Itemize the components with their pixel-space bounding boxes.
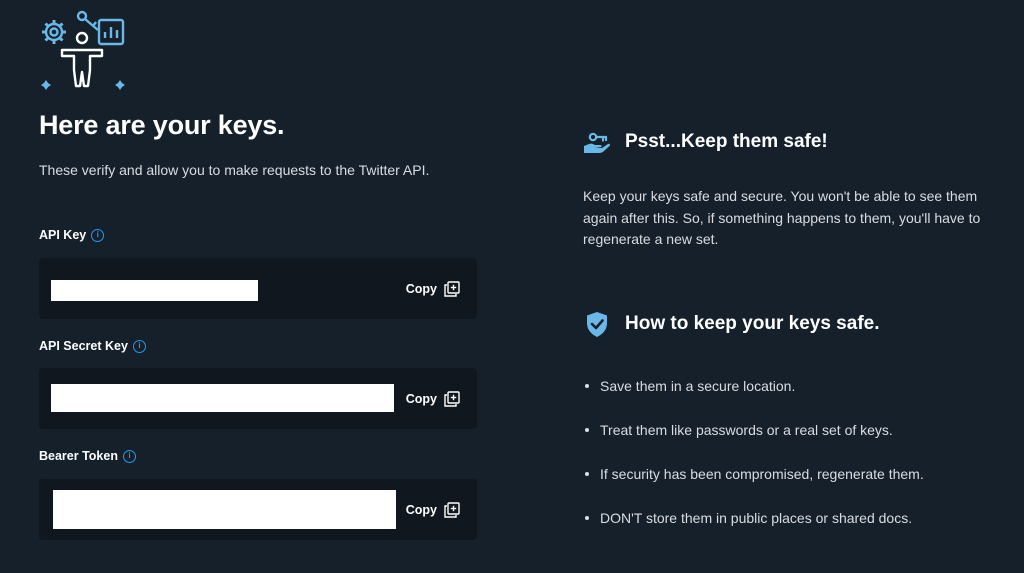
list-item: Treat them like passwords or a real set …: [583, 420, 924, 464]
copy-icon: [444, 501, 460, 518]
key-icon: [76, 10, 99, 31]
tips-list: Save them in a secure location. Treat th…: [583, 376, 924, 552]
api-key-label-text: API Key: [39, 228, 87, 242]
copy-icon: [444, 390, 460, 407]
page-title: Here are your keys.: [39, 110, 285, 140]
bearer-token-value[interactable]: [53, 490, 396, 529]
how-to-title: How to keep your keys safe.: [625, 313, 880, 334]
copy-label: Copy: [405, 391, 437, 406]
info-icon[interactable]: i: [122, 449, 136, 463]
bearer-token-field: Copy: [39, 479, 477, 540]
bearer-token-label: Bearer Token i: [39, 449, 136, 463]
api-secret-key-field: Copy: [39, 368, 477, 429]
api-key-field: Copy: [39, 258, 477, 319]
info-icon[interactable]: i: [91, 228, 105, 242]
hand-holding-key-icon: [584, 132, 610, 153]
person-icon: [60, 31, 104, 88]
copy-api-secret-key-button[interactable]: Copy: [406, 390, 461, 408]
copy-label: Copy: [405, 502, 437, 517]
info-icon[interactable]: i: [132, 339, 146, 353]
bar-chart-icon: [97, 18, 125, 46]
list-item: If security has been compromised, regene…: [583, 464, 924, 508]
page-subtitle: These verify and allow you to make reque…: [39, 162, 430, 178]
copy-api-key-button[interactable]: Copy: [406, 280, 461, 298]
list-item: DON'T store them in public places or sha…: [583, 508, 924, 552]
api-secret-key-value[interactable]: [51, 384, 394, 412]
hero-illustration: [41, 10, 125, 90]
bearer-token-label-text: Bearer Token: [39, 449, 118, 463]
safety-title: Psst...Keep them safe!: [625, 131, 828, 152]
api-secret-key-label: API Secret Key i: [39, 339, 146, 353]
copy-icon: [444, 280, 460, 297]
list-item: Save them in a secure location.: [583, 376, 924, 420]
gear-icon: [42, 20, 66, 44]
api-key-label: API Key i: [39, 228, 105, 242]
api-secret-key-label-text: API Secret Key: [39, 339, 128, 353]
shield-check-icon: [587, 312, 607, 337]
api-key-value[interactable]: [51, 280, 258, 301]
copy-label: Copy: [405, 281, 437, 296]
copy-bearer-token-button[interactable]: Copy: [406, 501, 461, 519]
safety-text: Keep your keys safe and secure. You won'…: [583, 188, 981, 247]
